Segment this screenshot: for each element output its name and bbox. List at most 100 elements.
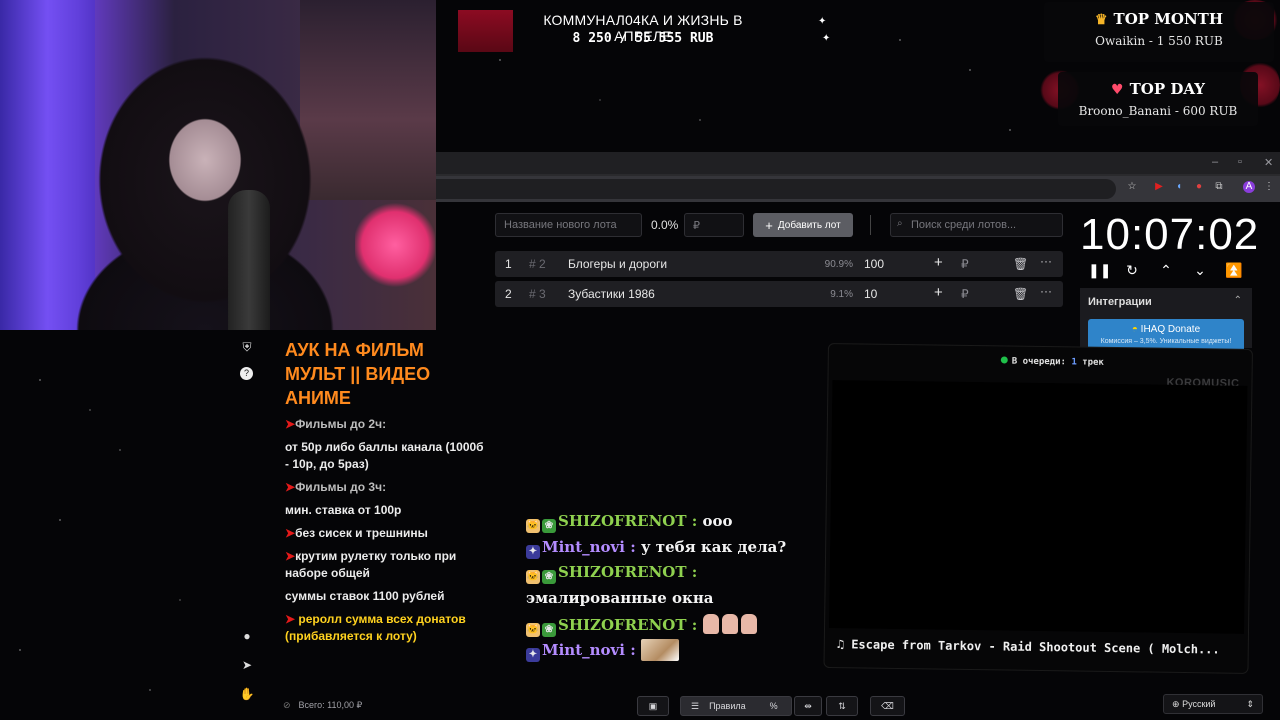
sort-icon[interactable]: ⇅ [826,696,858,716]
bookmark-star-icon[interactable]: ☆ [1126,181,1138,193]
double-chevron-up-icon[interactable]: ⏫ [1224,262,1244,279]
badge-icon: 🐱 [526,623,540,637]
audio-extension-icon[interactable]: ◖ [1173,181,1185,193]
more-icon[interactable]: ··· [1040,254,1052,268]
auction-rules: АУК НА ФИЛЬМ МУЛЬТ || ВИДЕО АНИМЕ ➤ Фильм… [285,338,485,651]
lot-id: # 3 [529,287,546,301]
queue-label: В очереди: [1011,356,1067,368]
queue-unit: трек [1082,357,1104,368]
trash-icon[interactable]: 🗑 [1013,287,1028,301]
github-icon[interactable]: ● [238,627,256,645]
rules-title: АУК НА ФИЛЬМ МУЛЬТ || ВИДЕО АНИМЕ [285,340,431,408]
lot-amount[interactable]: 100 [864,257,884,271]
browser-menu-icon[interactable]: ⋮ [1263,181,1275,193]
clear-icon[interactable]: ⌫ [870,696,905,716]
add-amount-icon[interactable]: + [934,284,943,301]
eye-off-icon[interactable]: ⊘ [283,700,291,710]
extensions-puzzle-icon[interactable]: ⧉ [1213,181,1225,193]
profile-avatar[interactable]: A [1243,181,1255,193]
chevron-down-icon[interactable]: ⌄ [1190,262,1210,279]
more-icon[interactable]: ··· [1040,284,1052,298]
emote-icon [740,614,757,634]
integrations-panel: Интеграции ⌃ ◓ IHAQ Donate Комиссия – 3,… [1080,288,1252,355]
music-player: В очереди: 1 трек KOROMUSIC ♫ Escape fro… [823,343,1253,674]
heart-icon: ♥ [1111,82,1124,98]
minimize-icon[interactable]: – [1212,156,1218,168]
split-icon[interactable]: ⇹ [794,696,822,716]
reset-icon[interactable]: ↻ [1122,262,1142,279]
lot-search-input[interactable]: ⌕ Поиск среди лотов... [890,213,1063,237]
language-select[interactable]: ⊕ Русский ⇕ [1163,694,1263,714]
top-month-widget: ♛ TOP MONTH Owaikin - 1 550 RUB [1044,2,1274,62]
pause-icon[interactable]: ❚❚ [1088,262,1111,279]
lot-name-input[interactable]: Название нового лота [495,213,642,237]
lot-number: 2 [505,287,512,301]
globe-icon: ⊕ [1172,699,1180,709]
lot-name: Блогеры и дороги [568,257,668,271]
percent-icon: % [769,701,778,711]
browser-window: – ▫ ✕ [436,152,1280,202]
chat-text: эмалированные окна [526,589,714,607]
rules-line: от 50р либо баллы канала (1000б - 10р, д… [285,440,484,471]
ukraine-flag-icon: ◓ [1131,324,1138,335]
lot-amount[interactable]: 10 [864,287,877,301]
rules-line: крутим рулетку только при наборе общей [285,549,457,580]
ruble-icon[interactable]: ₽ [961,257,969,271]
chevron-up-icon[interactable]: ⌃ [1156,262,1176,279]
rules-line: суммы ставок 1100 рублей [285,589,445,603]
chat-username: SHIZOFRENOT [558,563,687,581]
arrow-icon: ➤ [285,480,296,494]
chat-text: у тебя как дела? [640,538,787,556]
top-day-value: Broono_Banani - 600 RUB [1078,104,1238,118]
lot-row[interactable]: 1 # 2 Блогеры и дороги 90.9% 100 + ₽ 🗑 ·… [495,251,1063,277]
badge-icon: ❀ [542,519,556,533]
lot-amount-input[interactable]: ₽ [684,213,744,237]
lot-percent: 9.1% [830,289,853,300]
toolbar-divider [870,215,871,235]
select-arrows-icon: ⇕ [1246,699,1254,709]
donate-subtitle: Комиссия – 3,5%. Уникальные виджеты! [1100,338,1232,345]
chat-username: Mint_novi [542,641,625,659]
close-icon[interactable]: ✕ [1264,156,1273,169]
maximize-icon[interactable]: ▫ [1238,156,1242,168]
donate-hand-icon[interactable]: ✋ [238,685,256,703]
chat-username: SHIZOFRENOT [558,616,687,634]
chat-message: 🐱 ❀ SHIZOFRENOT : ооо [526,512,733,533]
rules-button[interactable]: ☰ Правила % [680,696,792,716]
integrations-title: Интеграции [1088,296,1152,308]
address-bar[interactable] [436,179,1116,199]
badge-icon: ❀ [542,623,556,637]
lot-name: Зубастики 1986 [568,287,655,301]
track-title-text: Escape from Tarkov - Raid Shootout Scene… [851,637,1220,657]
crown-icon: ♛ [1094,12,1108,28]
search-icon: ⌕ [897,218,903,229]
lot-percent: 90.9% [824,259,853,270]
dog-emote-image [640,639,679,661]
goal-progress-bar [458,10,513,52]
rules-line: без сисек и трешнины [295,526,428,540]
badge-icon: ❀ [542,570,556,584]
rules-line: Фильмы до 2ч: [295,417,387,431]
telegram-icon[interactable]: ➤ [238,656,256,674]
badge-icon: ✦ [526,648,540,662]
lot-row[interactable]: 2 # 3 Зубастики 1986 9.1% 10 + ₽ 🗑 ··· [495,281,1063,307]
save-icon[interactable]: ▣ [637,696,669,716]
badge-icon: ✦ [526,545,540,559]
online-dot-icon [1000,356,1008,364]
ruble-icon[interactable]: ₽ [961,287,969,301]
trash-icon[interactable]: 🗑 [1013,257,1028,271]
webcam-flower [355,200,435,290]
chevron-up-icon[interactable]: ⌃ [1234,295,1242,306]
add-amount-icon[interactable]: + [934,254,943,271]
chat-message: ✦ Mint_novi : [526,639,679,662]
total-text: Всего: 110,00 ₽ [298,700,363,710]
shield-icon[interactable]: ⛨ [238,338,256,356]
extension-icon[interactable]: ● [1193,181,1205,193]
queue-status: В очереди: 1 трек [1000,356,1104,368]
sparkle-icon: ✦ [818,16,827,27]
queue-count: 1 [1071,357,1077,368]
youtube-extension-icon[interactable]: ▶ [1153,181,1165,193]
add-lot-button[interactable]: + Добавить лот [753,213,853,237]
emote-icon [721,614,738,634]
help-icon[interactable]: ? [240,367,253,380]
